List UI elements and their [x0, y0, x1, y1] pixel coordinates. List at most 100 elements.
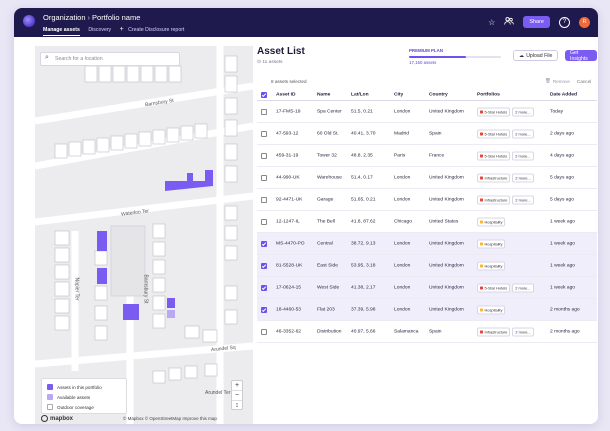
portfolio-tag[interactable]: Hospitality	[477, 261, 506, 270]
column-date-added[interactable]: Date Added	[550, 92, 577, 97]
zoom-out-button[interactable]: −	[232, 391, 242, 401]
portfolio-tag[interactable]: 5-Star Hotels	[477, 151, 511, 160]
compass-button[interactable]: ↕	[232, 401, 242, 410]
avatar[interactable]: R	[579, 16, 590, 28]
table-row[interactable]: 47-593-12 60 Old St. 40.41, 3.70 Madrid Spai…	[257, 123, 597, 145]
asset-id-cell[interactable]: 17-0624-15	[276, 285, 301, 290]
breadcrumb-portfolio[interactable]: Portfolio name	[92, 13, 140, 22]
column-lat-lon[interactable]: Lat/Lon	[351, 92, 369, 97]
asset-marker-mid[interactable]	[97, 268, 107, 284]
portfolio-tag[interactable]: Infrastructure	[477, 195, 511, 204]
asset-id-cell[interactable]: 459-31-19	[276, 153, 298, 158]
asset-id-cell[interactable]: 92-4471-UK	[276, 197, 302, 202]
users-icon[interactable]	[504, 17, 515, 27]
more-portfolios-button[interactable]: 2 more...	[512, 283, 534, 292]
map-attribution[interactable]: © Mapbox © OpenStreetMap Improve this ma…	[123, 416, 217, 421]
more-portfolios-button[interactable]: 2 more...	[512, 129, 534, 138]
cancel-button[interactable]: Cancel	[577, 79, 591, 84]
lat-lon-cell: 38.72, 9.13	[351, 241, 376, 246]
portfolio-tag[interactable]: 5-Star Hotels	[477, 129, 511, 138]
city-cell: Paris	[394, 153, 406, 158]
asset-id-cell[interactable]: 44-990-UK	[276, 175, 300, 180]
row-checkbox[interactable]	[261, 152, 267, 159]
asset-marker-square[interactable]	[123, 304, 139, 320]
asset-id-cell[interactable]: MS-4470-PO	[276, 241, 305, 246]
row-checkbox[interactable]	[261, 196, 267, 203]
portfolio-tag[interactable]: Infrastructure	[477, 173, 511, 182]
tab-manage-assets[interactable]: Manage assets	[43, 27, 80, 36]
row-checkbox[interactable]	[261, 108, 267, 115]
table-row[interactable]: 44-990-UK Warehouse 51.4, 0.17 London United…	[257, 167, 597, 189]
column-city[interactable]: City	[394, 92, 403, 97]
location-search-input[interactable]	[55, 54, 175, 64]
available-asset-marker[interactable]	[167, 310, 175, 318]
breadcrumb-org[interactable]: Organization	[43, 13, 86, 22]
asset-marker-north[interactable]	[97, 231, 107, 251]
column-name[interactable]: Name	[317, 92, 330, 97]
more-portfolios-button[interactable]: 2 more...	[512, 173, 534, 182]
location-search[interactable]: ⌕	[40, 52, 180, 66]
row-checkbox[interactable]	[261, 284, 267, 291]
portfolio-tag[interactable]: Hospitality	[477, 217, 506, 226]
row-checkbox[interactable]	[261, 240, 267, 247]
row-checkbox[interactable]	[261, 328, 267, 335]
asset-marker-east[interactable]	[167, 298, 175, 308]
plus-icon[interactable]: +	[120, 26, 124, 33]
portfolios-cell: 5-Star Hotels 2 more...	[477, 129, 534, 138]
upload-file-button[interactable]: ☁ Upload File	[513, 50, 559, 61]
portfolio-tag[interactable]: 5-Star Hotels	[477, 283, 511, 292]
table-row[interactable]: 92-4471-UK Garage 51.65, 0.21 London United …	[257, 189, 597, 211]
table-row[interactable]: 17-FMS-19 Spa Center 51.5, 0.21 London Unite…	[257, 101, 597, 123]
more-portfolios-button[interactable]: 2 more...	[512, 195, 534, 204]
table-row[interactable]: 17-0624-15 West Side 41.38, 2.17 London Unit…	[257, 277, 597, 299]
portfolio-tag[interactable]: Hospitality	[477, 239, 506, 248]
portfolio-tag[interactable]: Hospitality	[477, 305, 506, 314]
more-portfolios-button[interactable]: 2 more...	[512, 107, 534, 116]
row-checkbox[interactable]	[261, 306, 267, 313]
star-icon[interactable]: ☆	[488, 18, 495, 27]
table-row[interactable]: 81-5528-UK East Side 53.95, 3.18 London Unit…	[257, 255, 597, 277]
tag-color-icon	[480, 198, 483, 201]
lat-lon-cell: 48.8, 2.35	[351, 153, 373, 158]
table-row[interactable]: 12-1247-IL The Bell 41.8, 87.62 Chicago Unit…	[257, 211, 597, 233]
row-checkbox[interactable]	[261, 262, 267, 269]
more-portfolios-button[interactable]: 2 more...	[512, 327, 534, 336]
row-checkbox[interactable]	[261, 218, 267, 225]
more-portfolios-button[interactable]: 2 more...	[512, 151, 534, 160]
row-checkbox[interactable]	[261, 130, 267, 137]
zoom-in-button[interactable]: +	[232, 381, 242, 391]
column-country[interactable]: Country	[429, 92, 448, 97]
portfolio-tag[interactable]: Infrastructure	[477, 327, 511, 336]
remove-button[interactable]: 🗑 Remove	[545, 78, 570, 84]
create-disclosure-report-link[interactable]: Create Disclosure report	[128, 27, 184, 33]
column-portfolios[interactable]: Portfolios	[477, 92, 500, 97]
get-insights-button[interactable]: Get Insights	[565, 50, 597, 62]
tag-color-icon	[480, 154, 483, 157]
table-row[interactable]: 459-31-19 Tower 32 48.8, 2.35 Paris France 5-…	[257, 145, 597, 167]
asset-id-cell[interactable]: 47-593-12	[276, 131, 298, 136]
share-button[interactable]: Share	[523, 16, 550, 28]
portfolio-tag[interactable]: 5-Star Hotels	[477, 107, 511, 116]
city-cell: London	[394, 175, 411, 180]
asset-count: ⊙ 11 assets	[257, 60, 283, 65]
date-added-cell: 2 months ago	[550, 307, 580, 312]
asset-id-cell[interactable]: 12-1247-IL	[276, 219, 300, 224]
map[interactable]: Barnsbury St Waterloo Ter Napier Ter Bar…	[35, 46, 253, 424]
org-logo-icon[interactable]	[23, 15, 35, 27]
map-legend: Assets in this portfolio Available asset…	[41, 378, 127, 414]
legend-item: Available assets	[47, 392, 121, 402]
tab-discovery[interactable]: Discovery	[88, 27, 111, 33]
table-row[interactable]: 18-4460-53 Flat 203 37.39, 5.98 London Unite…	[257, 299, 597, 321]
mapbox-logo[interactable]: mapbox	[41, 415, 73, 422]
table-row[interactable]: MS-4470-PO Central 38.72, 9.13 London United…	[257, 233, 597, 255]
select-all-checkbox[interactable]	[261, 91, 267, 98]
asset-id-cell[interactable]: 46-3352-62	[276, 329, 301, 334]
table-row[interactable]: 46-3352-62 Distribution 40.97, 5.66 Salaman…	[257, 321, 597, 343]
asset-id-cell[interactable]: 17-FMS-19	[276, 109, 300, 114]
asset-id-cell[interactable]: 18-4460-53	[276, 307, 301, 312]
help-icon[interactable]: ?	[559, 16, 570, 28]
street-label-arundel-ter: Arundel Ter	[205, 390, 231, 396]
row-checkbox[interactable]	[261, 174, 267, 181]
asset-id-cell[interactable]: 81-5528-UK	[276, 263, 302, 268]
column-asset-id[interactable]: Asset ID	[276, 92, 296, 97]
